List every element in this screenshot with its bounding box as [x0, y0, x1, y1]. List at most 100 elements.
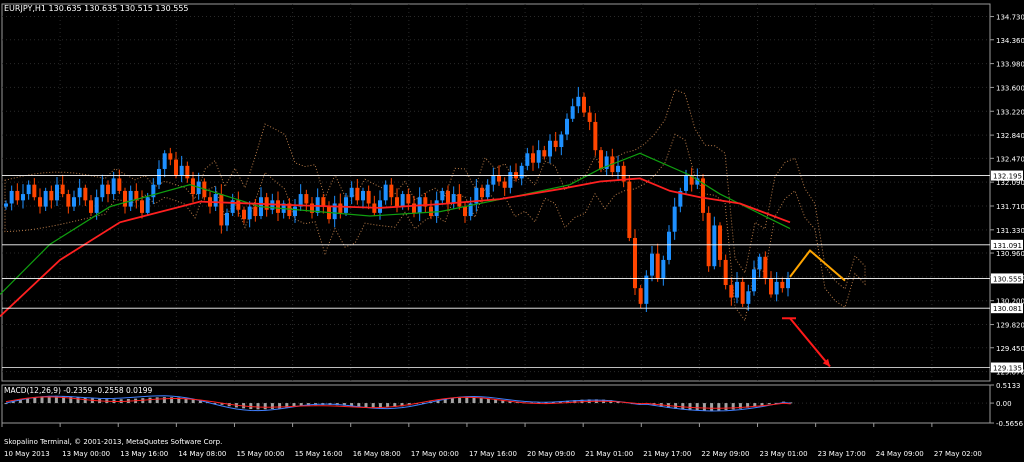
candle-body: [593, 121, 598, 151]
candle-body: [304, 194, 309, 204]
macd-hist-bar: [148, 397, 152, 404]
candle-body: [729, 285, 734, 298]
candle-body: [548, 140, 552, 157]
macd-hist-bar: [378, 403, 382, 408]
candle-body: [55, 184, 59, 201]
candle-body: [446, 190, 450, 204]
macd-hist-bar: [472, 397, 476, 404]
candle-body: [213, 194, 218, 207]
candle-body: [559, 134, 564, 148]
price-tag-label: 131.091: [993, 242, 1022, 250]
candle-body: [43, 190, 48, 207]
candle-body: [672, 206, 677, 232]
candle-body: [508, 172, 513, 188]
time-label: 13 May 16:00: [120, 450, 168, 458]
macd-hist-bar: [688, 403, 692, 411]
candle-body: [616, 165, 620, 173]
time-label: 15 May 00:00: [236, 450, 284, 458]
time-label: 22 May 09:00: [701, 450, 749, 458]
macd-hist-bar: [256, 403, 260, 410]
candle-body: [712, 225, 717, 267]
macd-hist-bar: [710, 403, 714, 411]
time-label: 13 May 00:00: [62, 450, 110, 458]
macd-hist-bar: [465, 397, 469, 404]
candle-body: [587, 112, 592, 122]
candle-body: [60, 184, 65, 195]
candle-body: [485, 184, 490, 198]
candle-body: [395, 197, 399, 207]
price-label: 133.220: [996, 108, 1024, 116]
candle-body: [752, 269, 756, 292]
candle-body: [735, 281, 739, 298]
candle-body: [627, 181, 632, 238]
price-label: 134.360: [996, 37, 1024, 45]
candle-body: [117, 178, 122, 191]
candle-body: [128, 190, 133, 207]
candle-body: [684, 175, 688, 191]
price-tag-label: 129.135: [993, 365, 1022, 373]
candle-body: [72, 197, 76, 207]
candle-body: [344, 197, 348, 213]
macd-hist-bar: [717, 403, 721, 411]
macd-hist-bar: [364, 403, 368, 408]
candle-body: [650, 253, 654, 276]
macd-hist-bar: [263, 403, 267, 410]
candle-body: [157, 168, 161, 185]
candle-body: [38, 197, 42, 207]
candle-body: [480, 187, 484, 198]
macd-hist-bar: [76, 397, 80, 404]
candle-body: [644, 275, 649, 304]
candle-body: [106, 184, 110, 195]
time-label: 23 May 17:00: [818, 450, 866, 458]
candle-body: [236, 200, 241, 210]
time-label: 17 May 00:00: [411, 450, 459, 458]
copyright-text: Skopalino Terminal, © 2001-2013, MetaQuo…: [4, 438, 222, 446]
price-label: 131.710: [996, 203, 1024, 211]
macd-header: MACD(12,26,9) -0.2359 -0.2558 0.0199: [4, 386, 152, 395]
candle-body: [633, 237, 637, 289]
candle-body: [406, 194, 411, 204]
candle-body: [740, 281, 745, 304]
candle-body: [531, 153, 535, 163]
macd-hist-bar: [155, 397, 159, 404]
macd-hist-bar: [479, 398, 483, 404]
price-label: 133.600: [996, 84, 1024, 92]
candle-body: [366, 190, 371, 204]
candle-body: [655, 253, 660, 279]
candle-body: [542, 150, 547, 157]
candle-body: [565, 118, 569, 135]
candle-body: [576, 96, 581, 107]
time-label: 27 May 02:00: [934, 450, 982, 458]
macd-hist-bar: [760, 403, 764, 406]
time-label: 21 May 17:00: [643, 450, 691, 458]
candle-body: [434, 200, 439, 217]
candle-body: [219, 194, 224, 226]
time-label: 10 May 2013: [4, 450, 50, 458]
macd-hist-bar: [767, 403, 771, 405]
candle-body: [77, 187, 82, 198]
candle-body: [519, 165, 524, 179]
candle-body: [718, 225, 722, 260]
candle-body: [383, 184, 388, 201]
symbol-header: EURJPY,H1 130.635 130.635 130.515 130.55…: [4, 4, 189, 13]
time-label: 15 May 16:00: [295, 450, 343, 458]
candle-body: [389, 184, 394, 198]
price-label: 129.450: [996, 345, 1024, 353]
trading-chart[interactable]: 134.730 134.360 133.980 133.600 133.220 132.8…: [0, 0, 1024, 462]
time-label: 24 May 09:00: [876, 450, 924, 458]
candle-body: [168, 153, 173, 160]
macd-axis-label: 0.00: [996, 400, 1012, 408]
time-label: 17 May 16:00: [469, 450, 517, 458]
candle-body: [349, 187, 354, 198]
candle-body: [100, 184, 105, 198]
macd-hist-bar: [731, 403, 735, 410]
price-label: 129.820: [996, 322, 1024, 330]
candle-body: [746, 291, 751, 304]
candle-body: [26, 184, 31, 195]
time-label: 21 May 01:00: [585, 450, 633, 458]
candle-body: [185, 165, 190, 179]
price-label: 131.330: [996, 227, 1024, 235]
macd-hist-bar: [83, 397, 87, 404]
candle-body: [763, 256, 768, 279]
candle-body: [491, 175, 496, 185]
